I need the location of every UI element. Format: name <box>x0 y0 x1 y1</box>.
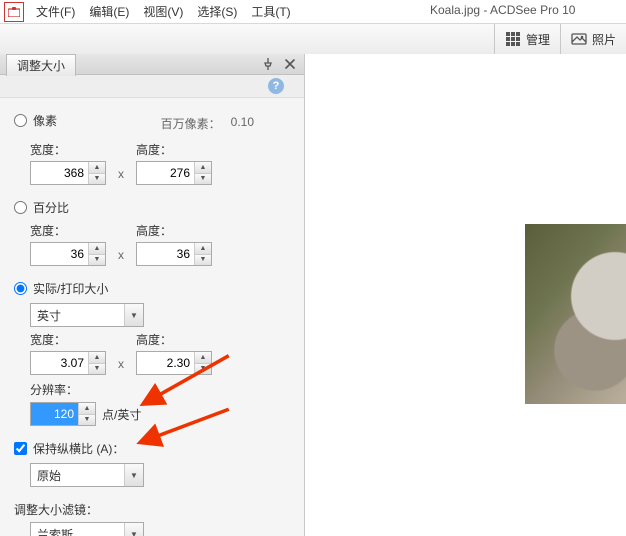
unit-dropdown[interactable]: 英寸 ▼ <box>30 303 144 327</box>
px-height-up[interactable]: ▲ <box>195 162 211 173</box>
prt-height-input[interactable] <box>137 352 194 374</box>
prt-height-label: 高度： <box>136 331 212 348</box>
pct-width-input[interactable] <box>31 243 88 265</box>
px-width-input[interactable] <box>31 162 88 184</box>
manage-mode-label: 管理 <box>526 31 550 48</box>
pct-height-input[interactable] <box>137 243 194 265</box>
mode-print-radio[interactable] <box>14 282 27 295</box>
chevron-down-icon: ▼ <box>124 464 143 486</box>
photo-mode-label: 照片 <box>592 31 616 48</box>
menu-select[interactable]: 选择(S) <box>197 3 237 20</box>
prt-width-up[interactable]: ▲ <box>89 352 105 363</box>
image-preview <box>525 224 626 404</box>
prt-width-input[interactable] <box>31 352 88 374</box>
menu-tools[interactable]: 工具(T) <box>251 3 290 20</box>
prt-height-down[interactable]: ▼ <box>195 363 211 375</box>
prt-height-up[interactable]: ▲ <box>195 352 211 363</box>
prt-width-label: 宽度： <box>30 331 106 348</box>
pct-height-label: 高度： <box>136 222 212 239</box>
px-height-label: 高度： <box>136 141 212 158</box>
aspect-dropdown[interactable]: 原始 ▼ <box>30 463 144 487</box>
help-icon[interactable]: ? <box>268 78 284 94</box>
px-height-input[interactable] <box>137 162 194 184</box>
megapixel-value: 0.10 <box>231 115 254 132</box>
dpi-up[interactable]: ▲ <box>79 403 95 414</box>
pct-height-up[interactable]: ▲ <box>195 243 211 254</box>
pct-width-label: 宽度： <box>30 222 106 239</box>
dpi-label: 分辨率： <box>30 381 294 398</box>
pct-sep: x <box>116 248 126 266</box>
px-width-down[interactable]: ▼ <box>89 173 105 185</box>
pin-icon[interactable] <box>260 56 276 72</box>
app-logo-icon <box>4 2 24 22</box>
grid-icon <box>505 31 521 47</box>
photo-icon <box>571 31 587 47</box>
aspect-label: 保持纵横比 (A)： <box>33 440 124 457</box>
mode-pixels-label: 像素 <box>33 112 57 129</box>
mode-percent-radio[interactable] <box>14 201 27 214</box>
filter-dropdown-value: 兰索斯 <box>31 526 124 536</box>
megapixel-label: 百万像素： <box>161 115 221 132</box>
chevron-down-icon: ▼ <box>124 523 143 536</box>
px-width-up[interactable]: ▲ <box>89 162 105 173</box>
mode-pixels-radio[interactable] <box>14 114 27 127</box>
photo-mode-button[interactable]: 照片 <box>560 24 626 54</box>
pct-width-down[interactable]: ▼ <box>89 254 105 266</box>
menu-file[interactable]: 文件(F) <box>36 3 75 20</box>
filter-dropdown[interactable]: 兰索斯 ▼ <box>30 522 144 536</box>
pct-height-down[interactable]: ▼ <box>195 254 211 266</box>
dpi-unit: 点/英寸 <box>102 406 141 423</box>
prt-width-down[interactable]: ▼ <box>89 363 105 375</box>
chevron-down-icon: ▼ <box>124 304 143 326</box>
window-title: Koala.jpg - ACDSee Pro 10 <box>430 3 575 17</box>
close-icon[interactable] <box>282 56 298 72</box>
px-width-label: 宽度： <box>30 141 106 158</box>
aspect-dropdown-value: 原始 <box>31 467 124 484</box>
unit-dropdown-value: 英寸 <box>31 307 124 324</box>
resize-panel-tab[interactable]: 调整大小 <box>6 54 76 76</box>
dpi-down[interactable]: ▼ <box>79 414 95 426</box>
mode-print-label: 实际/打印大小 <box>33 280 108 297</box>
mode-percent-label: 百分比 <box>33 199 69 216</box>
filter-label: 调整大小滤镜： <box>14 501 294 518</box>
manage-mode-button[interactable]: 管理 <box>494 24 560 54</box>
prt-sep: x <box>116 357 126 375</box>
dpi-input[interactable] <box>31 403 78 425</box>
px-sep: x <box>116 167 126 185</box>
pct-width-up[interactable]: ▲ <box>89 243 105 254</box>
menu-edit[interactable]: 编辑(E) <box>89 3 129 20</box>
px-height-down[interactable]: ▼ <box>195 173 211 185</box>
menu-view[interactable]: 视图(V) <box>143 3 183 20</box>
aspect-checkbox[interactable] <box>14 442 27 455</box>
